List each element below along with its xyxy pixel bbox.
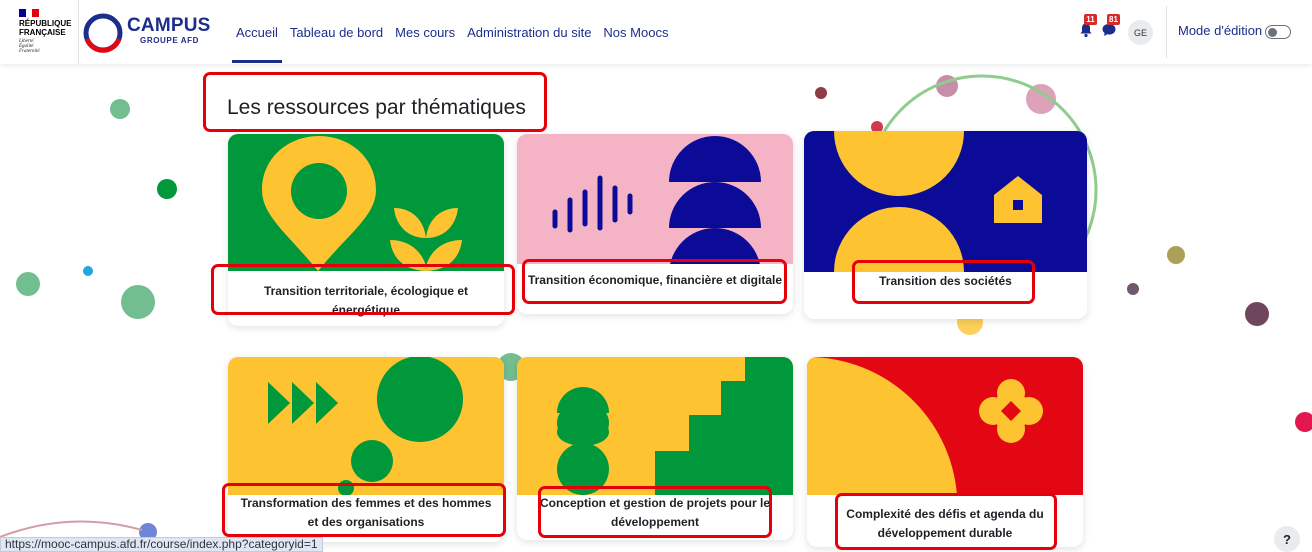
nav-site-admin[interactable]: Administration du site <box>461 0 597 64</box>
nav-home[interactable]: Accueil <box>230 0 284 64</box>
logo-subtitle: GROUPE AFD <box>140 36 200 45</box>
title-highlight <box>203 72 547 132</box>
campus-logo[interactable]: CAMPUS GROUPE AFD <box>82 12 212 54</box>
card-highlight <box>211 264 515 315</box>
top-navbar: RÉPUBLIQUE FRANÇAISE Liberté Égalité Fra… <box>0 0 1312 64</box>
gov-motto: Liberté Égalité Fraternité <box>19 39 40 54</box>
french-flag-icon <box>19 9 40 17</box>
card-image-economique <box>517 134 793 264</box>
card-highlight <box>222 483 506 537</box>
card-image-transformation <box>228 357 504 495</box>
toggle-knob <box>1268 27 1277 37</box>
card-image-territoriale <box>228 134 504 271</box>
user-avatar[interactable]: GE <box>1128 20 1153 45</box>
navbar-divider-right <box>1166 6 1167 58</box>
navbar-divider <box>78 0 79 64</box>
notifications-badge: 11 <box>1084 14 1097 25</box>
campus-ring-logo <box>83 13 123 53</box>
card-highlight <box>835 493 1057 550</box>
help-button[interactable]: ? <box>1274 526 1300 552</box>
gov-name: RÉPUBLIQUE FRANÇAISE <box>19 19 72 37</box>
primary-navigation: Accueil Tableau de bord Mes cours Admini… <box>230 0 674 64</box>
status-bar-url: https://mooc-campus.afd.fr/course/index.… <box>0 537 323 552</box>
nav-my-courses[interactable]: Mes cours <box>389 0 461 64</box>
help-icon: ? <box>1283 531 1291 547</box>
card-image-complexite <box>807 357 1083 495</box>
edit-mode-toggle[interactable] <box>1265 25 1291 39</box>
edit-mode-label: Mode d'édition <box>1178 23 1263 38</box>
republique-francaise-logo[interactable]: RÉPUBLIQUE FRANÇAISE Liberté Égalité Fra… <box>14 8 78 58</box>
nav-moocs[interactable]: Nos Moocs <box>597 0 674 64</box>
card-highlight <box>852 260 1035 304</box>
card-image-conception <box>517 357 793 495</box>
card-highlight <box>538 486 772 538</box>
logo-title: CAMPUS <box>127 15 211 36</box>
card-image-societes <box>804 131 1087 272</box>
nav-dashboard[interactable]: Tableau de bord <box>284 0 389 64</box>
card-highlight <box>522 259 787 304</box>
messages-badge: 81 <box>1107 14 1120 25</box>
